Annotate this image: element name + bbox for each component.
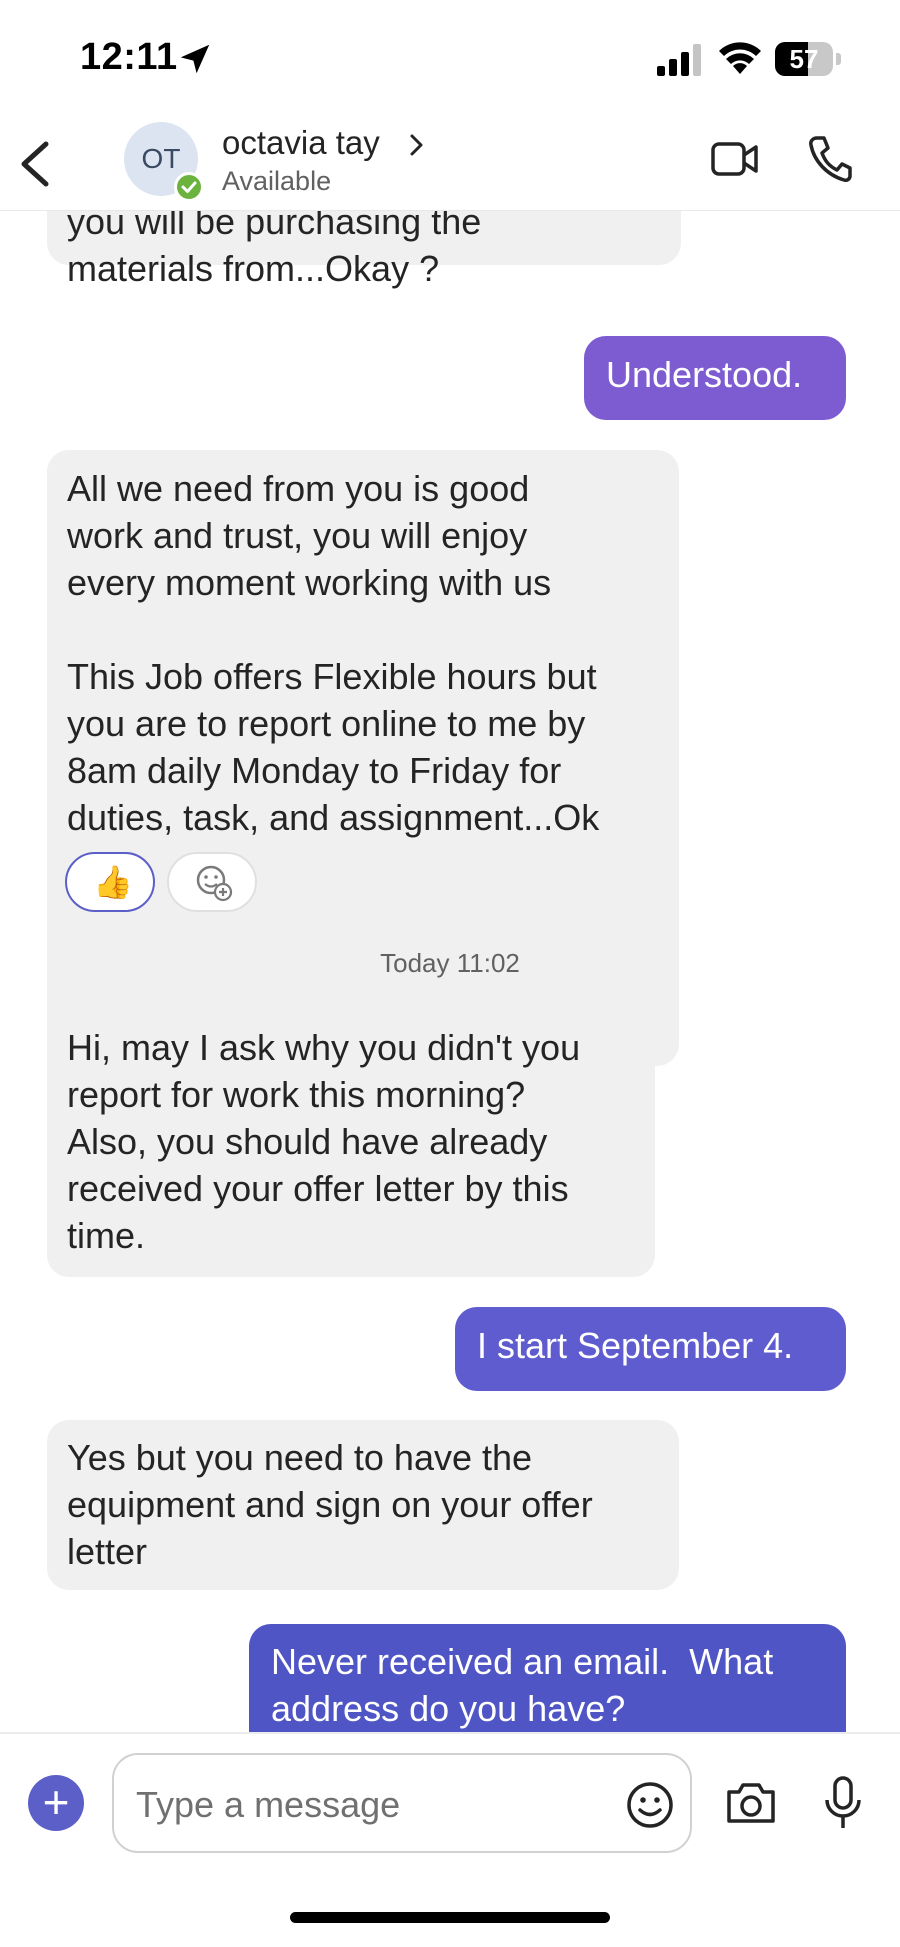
message-text: Never received an email. What address do…: [271, 1641, 774, 1729]
home-indicator: [290, 1912, 610, 1923]
battery-icon: 57: [775, 42, 841, 76]
location-arrow-icon: [180, 44, 210, 74]
battery-percentage: 57: [789, 44, 819, 74]
message-text: you will be purchasing the materials fro…: [67, 210, 482, 289]
wifi-icon: [719, 42, 761, 74]
add-reaction-icon: [196, 865, 233, 902]
day-separator: Today 11:02: [380, 948, 520, 978]
cellular-signal-icon: [657, 44, 701, 76]
camera-icon[interactable]: [724, 1778, 778, 1828]
message-compose-box[interactable]: [112, 1753, 692, 1853]
add-attachment-button[interactable]: +: [28, 1775, 84, 1831]
emoji-icon[interactable]: [626, 1781, 674, 1829]
audio-call-icon[interactable]: [808, 134, 852, 182]
message-text: Hi, may I ask why you didn't you report …: [67, 1027, 581, 1256]
add-reaction-button[interactable]: [167, 852, 257, 912]
outgoing-message[interactable]: Never received an email. What address do…: [249, 1624, 846, 1732]
message-text: All we need from you is good work and tr…: [67, 468, 600, 838]
incoming-message[interactable]: Hi, may I ask why you didn't you report …: [47, 1010, 655, 1277]
plus-icon: +: [42, 1776, 70, 1828]
back-chevron-icon[interactable]: [14, 138, 58, 190]
contact-name[interactable]: octavia tay: [222, 124, 380, 162]
status-time: 12:11: [80, 36, 178, 78]
video-call-icon[interactable]: [710, 138, 760, 180]
chevron-right-icon[interactable]: [408, 132, 426, 158]
thumbs-up-icon: 👍: [93, 864, 133, 900]
incoming-message[interactable]: you will be purchasing the materials fro…: [47, 210, 681, 289]
microphone-icon[interactable]: [820, 1775, 866, 1831]
presence-status: Available: [222, 166, 332, 196]
message-input[interactable]: [134, 1777, 598, 1833]
message-text: Understood.: [606, 354, 803, 395]
outgoing-message[interactable]: Understood.: [584, 336, 846, 420]
chat-header: OT octavia tay Available: [0, 118, 900, 211]
message-text: Yes but you need to have the equipment a…: [67, 1437, 593, 1572]
presence-available-icon: [174, 172, 204, 202]
status-bar: 12:11 57: [0, 0, 900, 118]
incoming-message[interactable]: Yes but you need to have the equipment a…: [47, 1420, 679, 1590]
reaction-thumbs-up[interactable]: 👍: [65, 852, 155, 912]
message-list[interactable]: you will be purchasing the materials fro…: [0, 210, 900, 1732]
compose-divider: [0, 1732, 900, 1734]
message-text: I start September 4.: [477, 1325, 794, 1366]
outgoing-message[interactable]: I start September 4.: [455, 1307, 846, 1391]
